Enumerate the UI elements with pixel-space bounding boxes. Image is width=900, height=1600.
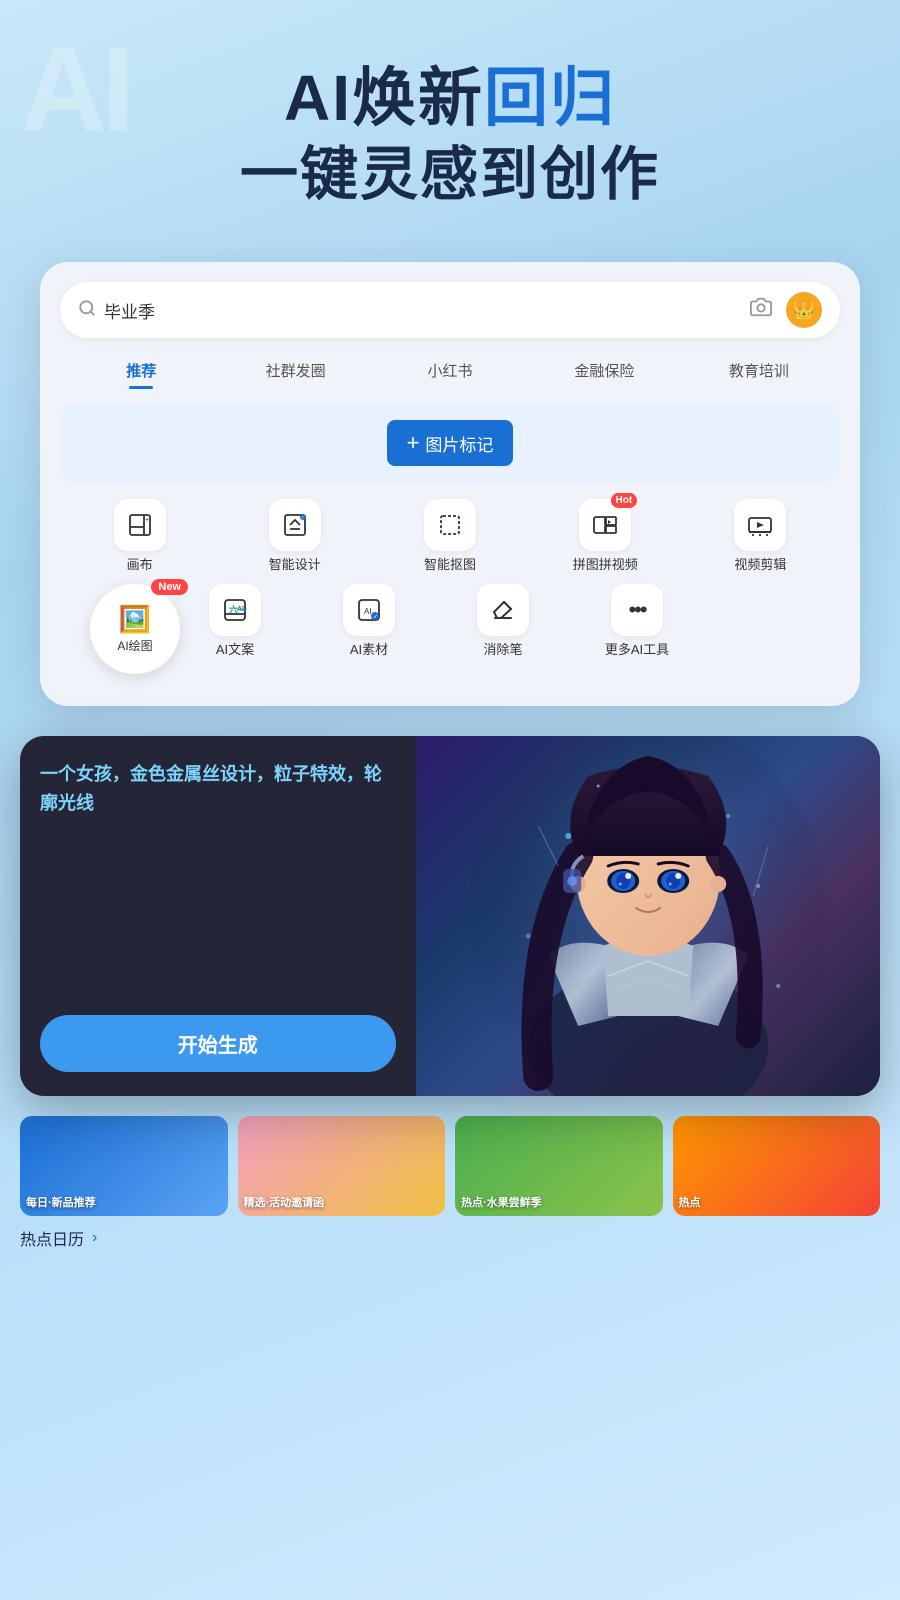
ai-panel: 一个女孩，金色金属丝设计，粒子特效，轮廓光线 开始生成 — [20, 736, 880, 1096]
ai-panel-right — [416, 736, 880, 1096]
tools-grid: + 画布 + 智能设计 — [60, 499, 840, 574]
new-badge: New — [151, 579, 188, 595]
thumb-label-invite: 精选·活动邀请函 — [244, 1196, 440, 1210]
hot-calendar-arrow: › — [92, 1229, 97, 1247]
tool-collage-video[interactable]: Hot 拼图拼视频 — [530, 499, 681, 574]
thumb-label-daily: 每日·新品推荐 — [26, 1196, 222, 1210]
video-edit-label: 视频剪辑 — [734, 557, 786, 574]
ai-prompt-text: 一个女孩，金色金属丝设计，粒子特效，轮廓光线 — [40, 760, 396, 818]
ai-image — [416, 736, 880, 1096]
svg-text:AI: AI — [237, 606, 244, 613]
ai-copywriting-icon: 六一 AI — [209, 584, 261, 636]
ai-copywriting-label: AI文案 — [216, 642, 254, 659]
canvas-icon: + — [114, 499, 166, 551]
hero-section: AI AI焕新回归 一键灵感到创作 — [0, 0, 900, 242]
thumb-selected-invite[interactable]: 精选·活动邀请函 — [238, 1116, 446, 1216]
ai-material-label: AI素材 — [350, 642, 388, 659]
collage-video-label: 拼图拼视频 — [573, 557, 638, 574]
smart-design-icon: + — [269, 499, 321, 551]
tool-smart-cutout[interactable]: 智能抠图 — [374, 499, 525, 574]
svg-text:+: + — [301, 515, 304, 520]
hero-title-line2: 一键灵感到创作 — [40, 137, 860, 212]
plus-icon: + — [407, 430, 420, 456]
generate-button[interactable]: 开始生成 — [40, 1015, 396, 1072]
bg-decor: AI — [20, 30, 130, 150]
search-placeholder: 毕业季 — [104, 298, 750, 323]
crown-badge[interactable]: 👑 — [786, 292, 822, 328]
search-bar[interactable]: 毕业季 👑 — [60, 282, 840, 338]
hero-title-line1: AI焕新回归 — [40, 60, 860, 137]
ai-panel-left: 一个女孩，金色金属丝设计，粒子特效，轮廓光线 开始生成 — [20, 736, 416, 1096]
thumb-label-hot: 热点 — [679, 1196, 875, 1210]
hot-badge: Hot — [611, 493, 638, 508]
tool-video-edit[interactable]: 视频剪辑 — [685, 499, 836, 574]
ai-draw-label: AI绘图 — [117, 637, 152, 654]
tool-more-ai[interactable]: ••• 更多AI工具 — [572, 584, 702, 659]
ai-draw-float[interactable]: 🖼️ AI绘图 New — [90, 584, 180, 674]
tab-social[interactable]: 社群发圈 — [218, 354, 372, 389]
ai-material-icon: AI ✓ — [343, 584, 395, 636]
tab-recommend[interactable]: 推荐 — [64, 354, 218, 389]
smart-cutout-icon — [424, 499, 476, 551]
svg-text:✓: ✓ — [373, 615, 378, 621]
crown-icon: 👑 — [793, 300, 815, 321]
eraser-label: 消除笔 — [483, 642, 522, 659]
tool-eraser[interactable]: 消除笔 — [438, 584, 568, 659]
more-ai-label: 更多AI工具 — [605, 642, 669, 659]
svg-text:AI: AI — [364, 607, 372, 616]
add-image-mark-button[interactable]: + 图片标记 — [387, 420, 514, 466]
ai-draw-icon: 🖼️ — [119, 604, 151, 635]
hot-calendar-bar[interactable]: 热点日历 › — [0, 1216, 900, 1250]
smart-design-label: 智能设计 — [269, 557, 321, 574]
banner-btn-label: 图片标记 — [425, 431, 493, 456]
smart-cutout-label: 智能抠图 — [424, 557, 476, 574]
tool-ai-material[interactable]: AI ✓ AI素材 — [304, 584, 434, 659]
tab-finance[interactable]: 金融保险 — [527, 354, 681, 389]
camera-icon[interactable] — [750, 296, 772, 324]
content-grid: 每日·新品推荐 精选·活动邀请函 热点·水果尝鲜季 热点 — [0, 1096, 900, 1216]
tab-xiaohongshu[interactable]: 小红书 — [373, 354, 527, 389]
more-ai-icon: ••• — [611, 584, 663, 636]
banner-area[interactable]: + 图片标记 — [60, 403, 840, 483]
canvas-label: 画布 — [127, 557, 153, 574]
search-icon — [78, 299, 96, 322]
tool-smart-design[interactable]: + 智能设计 — [219, 499, 370, 574]
svg-text:+: + — [145, 517, 149, 524]
nav-tabs: 推荐 社群发圈 小红书 金融保险 教育培训 — [60, 354, 840, 389]
thumb-label-fruit: 热点·水果尝鲜季 — [461, 1196, 657, 1210]
thumb-hotpoint[interactable]: 热点 — [673, 1116, 881, 1216]
app-card: 毕业季 👑 推荐 社群发圈 小红书 金融保险 教育培训 + 图片标记 — [40, 262, 860, 706]
tool-ai-copywriting[interactable]: 六一 AI AI文案 — [170, 584, 300, 659]
tool-canvas[interactable]: + 画布 — [64, 499, 215, 574]
eraser-icon — [477, 584, 529, 636]
thumb-hotpoint-fruit[interactable]: 热点·水果尝鲜季 — [455, 1116, 663, 1216]
video-edit-icon — [734, 499, 786, 551]
collage-video-icon: Hot — [579, 499, 631, 551]
tab-education[interactable]: 教育培训 — [682, 354, 836, 389]
thumb-daily-new[interactable]: 每日·新品推荐 — [20, 1116, 228, 1216]
hot-calendar-label: 热点日历 — [20, 1226, 84, 1250]
